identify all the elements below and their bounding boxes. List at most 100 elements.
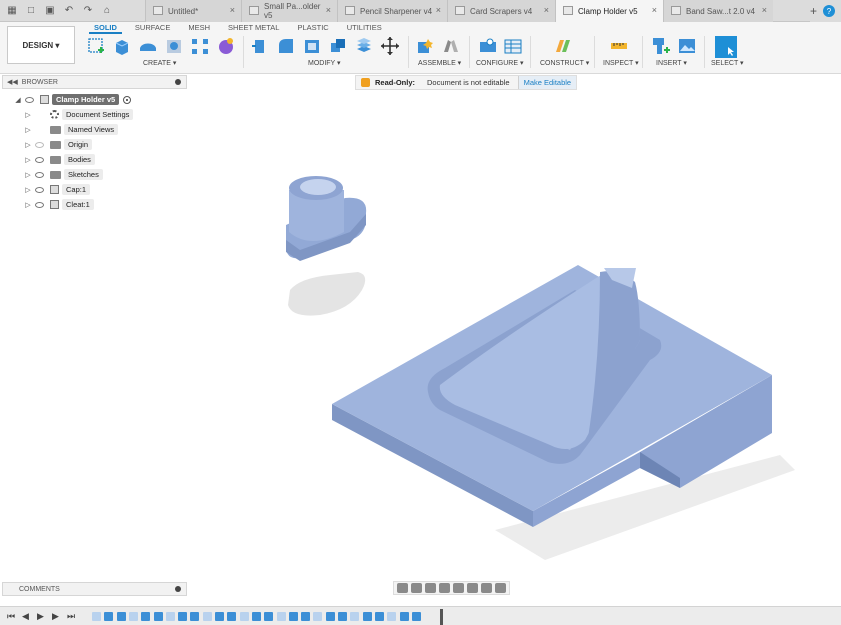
tab-untitled[interactable]: Untitled* × xyxy=(145,0,241,22)
pan-icon[interactable] xyxy=(425,583,436,593)
viewports-icon[interactable] xyxy=(495,583,506,593)
extrude-icon[interactable] xyxy=(112,36,132,56)
hole-icon[interactable] xyxy=(164,36,184,56)
comments-panel-header[interactable]: COMMENTS xyxy=(2,582,187,596)
go-to-start-icon[interactable]: ⏮ xyxy=(7,611,15,622)
timeline-feature-icon[interactable] xyxy=(215,612,224,621)
combine-icon[interactable] xyxy=(328,36,348,56)
configure-menu[interactable]: CONFIGURE ▾ xyxy=(476,59,523,67)
press-pull-icon[interactable] xyxy=(250,36,270,56)
new-tab-icon[interactable]: + xyxy=(810,4,817,18)
timeline-feature-icon[interactable] xyxy=(301,612,311,621)
timeline-feature-icon[interactable] xyxy=(92,612,101,621)
help-icon[interactable]: ? xyxy=(823,5,835,17)
redo-icon[interactable]: ↷ xyxy=(82,5,94,17)
tab-card-scrapers[interactable]: Card Scrapers v4 × xyxy=(447,0,555,22)
insert-menu[interactable]: INSERT ▾ xyxy=(656,59,687,67)
tree-item-sketches[interactable]: ▷ Sketches xyxy=(2,167,187,182)
tree-item-cap[interactable]: ▷ Cap:1 xyxy=(2,182,187,197)
tab-solid[interactable]: SOLID xyxy=(85,22,126,34)
insert-derive-icon[interactable] xyxy=(651,36,671,56)
timeline-feature-icon[interactable] xyxy=(313,612,323,621)
measure-icon[interactable] xyxy=(609,36,629,56)
step-forward-icon[interactable]: ▶ xyxy=(52,611,59,622)
timeline-feature-icon[interactable] xyxy=(190,612,200,621)
tab-mesh[interactable]: MESH xyxy=(179,22,219,34)
timeline-feature-icon[interactable] xyxy=(239,612,249,621)
fillet-icon[interactable] xyxy=(276,36,296,56)
look-at-icon[interactable] xyxy=(411,583,422,593)
timeline-feature-icon[interactable] xyxy=(116,612,126,621)
save-icon[interactable]: ▣ xyxy=(44,5,56,17)
timeline-feature-icon[interactable] xyxy=(141,612,151,621)
tab-sheet-metal[interactable]: SHEET METAL xyxy=(219,22,288,34)
timeline-feature-icon[interactable] xyxy=(251,612,261,621)
expand-icon[interactable]: ▷ xyxy=(24,186,32,194)
go-to-end-icon[interactable]: ⏭ xyxy=(67,611,75,622)
revolve-icon[interactable] xyxy=(138,36,158,56)
construct-menu[interactable]: CONSTRUCT ▾ xyxy=(540,59,589,67)
form-icon[interactable] xyxy=(216,36,236,56)
pin-icon[interactable] xyxy=(175,586,181,592)
expand-icon[interactable]: ▷ xyxy=(24,156,32,164)
visibility-icon[interactable] xyxy=(35,186,44,193)
close-icon[interactable]: × xyxy=(436,5,441,15)
create-menu[interactable]: CREATE ▾ xyxy=(143,59,176,67)
new-component-icon[interactable] xyxy=(415,36,435,56)
visibility-icon[interactable] xyxy=(35,171,44,178)
move-icon[interactable] xyxy=(380,36,400,56)
offset-plane-icon[interactable] xyxy=(553,36,573,56)
tab-clamp-holder[interactable]: Clamp Holder v5 × xyxy=(555,0,663,22)
tab-utilities[interactable]: UTILITIES xyxy=(338,22,391,34)
configure-icon[interactable] xyxy=(478,36,498,56)
configuration-table-icon[interactable] xyxy=(503,36,523,56)
close-icon[interactable]: × xyxy=(652,5,657,15)
close-icon[interactable]: × xyxy=(544,5,549,15)
tree-item-cleat[interactable]: ▷ Cleat:1 xyxy=(2,197,187,212)
timeline-feature-icon[interactable] xyxy=(153,612,163,621)
expand-icon[interactable]: ▷ xyxy=(24,201,32,209)
tree-item-document-settings[interactable]: ▷ Document Settings xyxy=(2,107,187,122)
visibility-icon[interactable] xyxy=(35,156,44,163)
tab-band-saw[interactable]: Band Saw...t 2.0 v4 × xyxy=(663,0,773,22)
pattern-icon[interactable] xyxy=(190,36,210,56)
timeline-marker[interactable] xyxy=(440,609,443,625)
close-icon[interactable]: × xyxy=(762,5,767,15)
browser-panel-header[interactable]: ◀◀ BROWSER xyxy=(2,75,187,89)
tab-surface[interactable]: SURFACE xyxy=(126,22,179,34)
modify-menu[interactable]: MODIFY ▾ xyxy=(308,59,341,67)
timeline-feature-icon[interactable] xyxy=(165,612,175,621)
timeline-feature-icon[interactable] xyxy=(202,612,212,621)
timeline-feature-icon[interactable] xyxy=(178,612,188,621)
assemble-menu[interactable]: ASSEMBLE ▾ xyxy=(418,59,461,67)
timeline-feature-icon[interactable] xyxy=(387,612,397,621)
timeline-feature-icon[interactable] xyxy=(227,612,237,621)
select-icon[interactable] xyxy=(715,36,737,58)
fit-icon[interactable] xyxy=(453,583,464,593)
insert-canvas-icon[interactable] xyxy=(677,36,697,56)
home-icon[interactable]: ⌂ xyxy=(101,5,113,17)
expand-icon[interactable]: ▷ xyxy=(24,111,32,119)
timeline-feature-icon[interactable] xyxy=(374,612,384,621)
expand-icon[interactable]: ▷ xyxy=(24,141,32,149)
zoom-icon[interactable] xyxy=(439,583,450,593)
timeline-feature-icon[interactable] xyxy=(276,612,286,621)
expand-icon[interactable]: ▷ xyxy=(24,126,32,134)
activate-radio-icon[interactable] xyxy=(123,95,132,104)
tree-item-origin[interactable]: ▷ Origin xyxy=(2,137,187,152)
expand-icon[interactable]: ◢ xyxy=(14,96,22,104)
orbit-icon[interactable] xyxy=(397,583,408,593)
scale-icon[interactable] xyxy=(354,36,374,56)
timeline-feature-icon[interactable] xyxy=(104,612,114,621)
timeline-feature-icon[interactable] xyxy=(288,612,298,621)
timeline-feature-icon[interactable] xyxy=(128,612,138,621)
grid-settings-icon[interactable] xyxy=(481,583,492,593)
create-sketch-icon[interactable] xyxy=(86,36,106,56)
tab-plastic[interactable]: PLASTIC xyxy=(288,22,337,34)
play-icon[interactable]: ▶ xyxy=(37,611,44,622)
timeline-feature-icon[interactable] xyxy=(362,612,372,621)
visibility-icon[interactable] xyxy=(25,96,34,103)
file-icon[interactable]: □ xyxy=(25,5,37,17)
step-back-icon[interactable]: ◀ xyxy=(22,611,29,622)
pin-icon[interactable] xyxy=(175,79,181,85)
